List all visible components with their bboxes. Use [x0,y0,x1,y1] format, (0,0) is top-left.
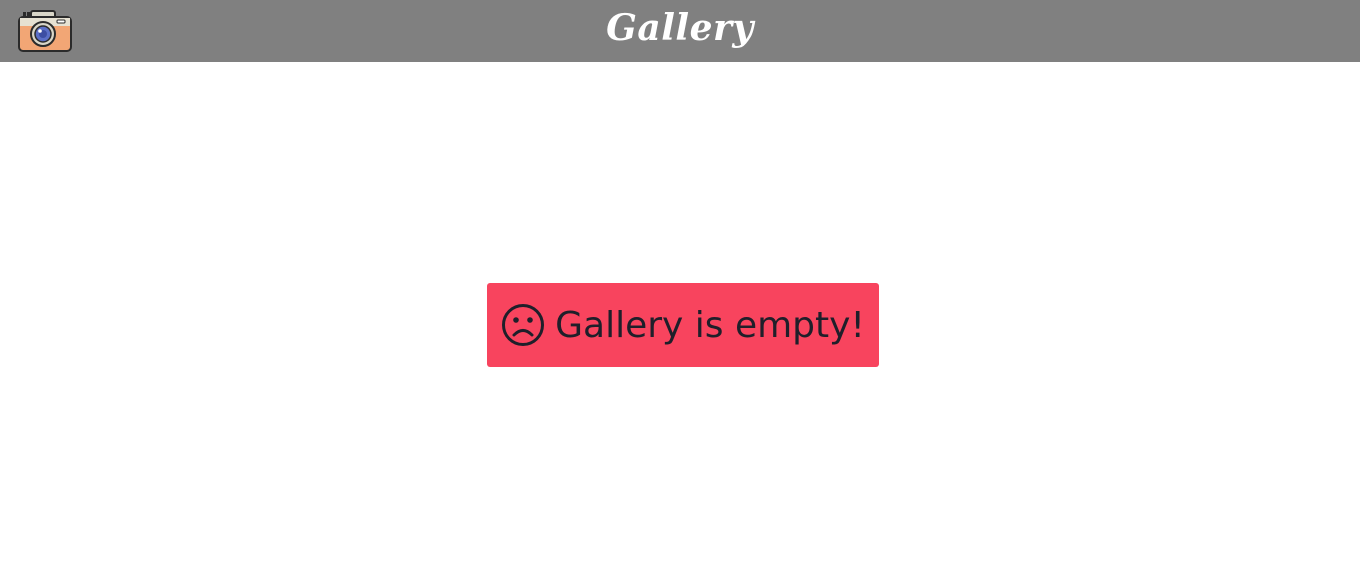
empty-message: Gallery is empty! [555,304,865,346]
empty-gallery-alert: Gallery is empty! [487,283,879,367]
sad-face-icon [502,304,545,346]
page-title: Gallery [606,7,754,49]
app-header: Gallery [0,0,1360,62]
